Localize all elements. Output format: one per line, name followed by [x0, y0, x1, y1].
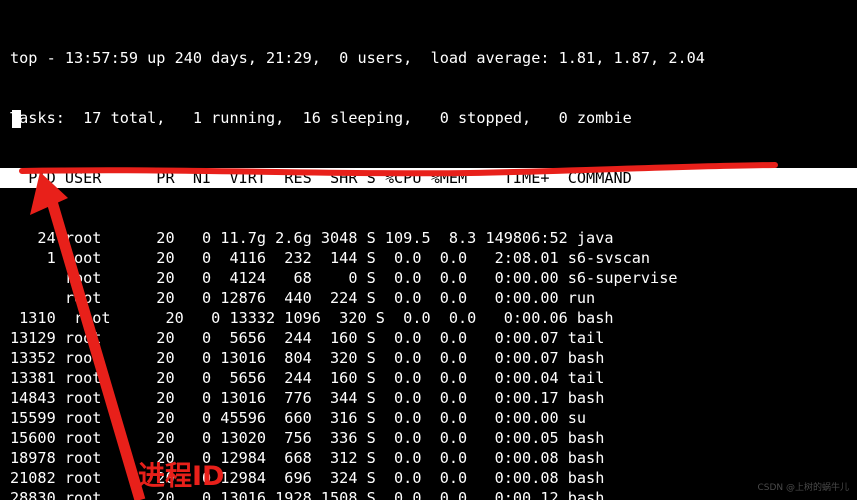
table-row: 15600 root 20 0 13020 756 336 S 0.0 0.0 …: [0, 428, 857, 448]
terminal-screen: top - 13:57:59 up 240 days, 21:29, 0 use…: [0, 0, 857, 500]
table-row: root 20 0 4124 68 0 S 0.0 0.0 0:00.00 s6…: [0, 268, 857, 288]
summary-line-uptime: top - 13:57:59 up 240 days, 21:29, 0 use…: [10, 49, 705, 67]
process-table: PID USER PR NI VIRT RES SHR S %CPU %MEM …: [0, 128, 857, 500]
table-row: 14843 root 20 0 13016 776 344 S 0.0 0.0 …: [0, 388, 857, 408]
table-row: 1 root 20 0 4116 232 144 S 0.0 0.0 2:08.…: [0, 248, 857, 268]
table-row: 28830 root 20 0 13016 1928 1508 S 0.0 0.…: [0, 488, 857, 500]
table-row: root 20 0 12876 440 224 S 0.0 0.0 0:00.0…: [0, 288, 857, 308]
table-row: 18978 root 20 0 12984 668 312 S 0.0 0.0 …: [0, 448, 857, 468]
terminal-cursor: [12, 110, 21, 128]
table-row: 13352 root 20 0 13016 804 320 S 0.0 0.0 …: [0, 348, 857, 368]
table-header-row: PID USER PR NI VIRT RES SHR S %CPU %MEM …: [0, 168, 857, 188]
table-row: 1310 root 20 0 13332 1096 320 S 0.0 0.0 …: [0, 308, 857, 328]
process-rows: 24 root 20 0 11.7g 2.6g 3048 S 109.5 8.3…: [0, 228, 857, 500]
table-row: 13129 root 20 0 5656 244 160 S 0.0 0.0 0…: [0, 328, 857, 348]
csdn-watermark: CSDN @上树的蜗牛儿: [757, 483, 849, 493]
summary-line-tasks: Tasks: 17 total, 1 running, 16 sleeping,…: [10, 109, 632, 127]
table-row: 21082 root 20 0 12984 696 324 S 0.0 0.0 …: [0, 468, 857, 488]
table-row: 13381 root 20 0 5656 244 160 S 0.0 0.0 0…: [0, 368, 857, 388]
pid-annotation-label: 进程ID: [138, 461, 225, 492]
table-row: 24 root 20 0 11.7g 2.6g 3048 S 109.5 8.3…: [0, 228, 857, 248]
table-row: 15599 root 20 0 45596 660 316 S 0.0 0.0 …: [0, 408, 857, 428]
